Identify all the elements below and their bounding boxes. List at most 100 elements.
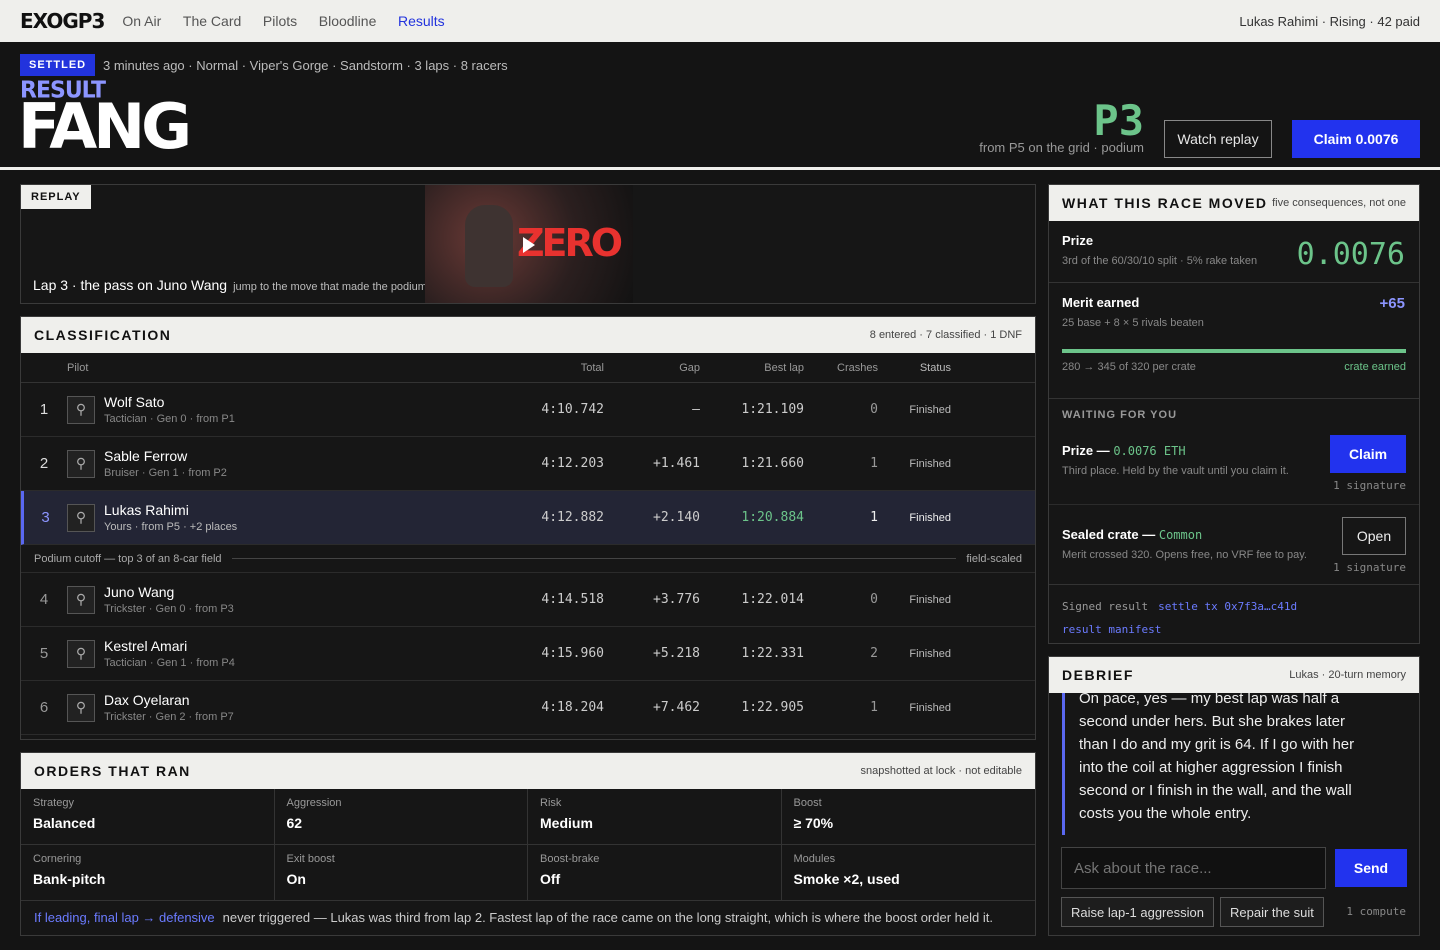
order-value: Bank-pitch: [33, 871, 106, 887]
robot-figure-image: [465, 205, 513, 287]
merit-label: Merit earned: [1062, 295, 1140, 310]
debrief-input[interactable]: [1061, 847, 1326, 889]
order-value: 62: [286, 815, 303, 831]
order-value: ≥ 70%: [793, 815, 834, 831]
merit-value: +65: [1379, 295, 1405, 312]
debrief-message-text: On pace, yes — my best lap was half a se…: [1079, 693, 1355, 822]
order-value: On: [286, 871, 306, 887]
suggestion-raise-aggression[interactable]: Raise lap-1 aggression: [1061, 897, 1214, 927]
debrief-panel: DEBRIEF Lukas · 20-turn memory On pace, …: [1048, 656, 1420, 936]
table-row[interactable]: 2 ⚲ Sable Ferrow Bruiser · Gen 1 · from P…: [21, 437, 1035, 491]
nav-the-card[interactable]: The Card: [183, 13, 241, 29]
pilot-avatar-icon: ⚲: [67, 449, 95, 478]
row-total: 4:12.203: [541, 456, 604, 471]
row-gap: +5.218: [653, 646, 700, 661]
classification-summary: 8 entered · 7 classified · 1 DNF: [869, 329, 1022, 341]
row-best-lap: 1:22.905: [741, 700, 804, 715]
row-status: Finished: [909, 593, 951, 606]
conditional-rule[interactable]: If leading, final lap → defensive: [34, 910, 215, 925]
row-status: Finished: [909, 647, 951, 660]
order-value: Medium: [540, 815, 593, 831]
finish-position-sub: from P5 on the grid · podium: [979, 140, 1144, 155]
pilot-avatar-icon: ⚲: [67, 585, 95, 614]
top-nav: EXOGP3 On Air The Card Pilots Bloodline …: [0, 0, 1440, 42]
claim-amount: 0.0076 ETH: [1113, 444, 1186, 458]
row-best-lap: 1:20.884: [741, 510, 804, 525]
order-value: Smoke ×2, used: [793, 871, 900, 887]
order-modules: Modules Smoke ×2, used: [781, 845, 1035, 901]
debrief-header: DEBRIEF Lukas · 20-turn memory: [1049, 657, 1419, 693]
pilot-avatar-icon: ⚲: [67, 639, 95, 668]
row-best-lap: 1:21.660: [741, 456, 804, 471]
prize-value: 0.0076: [1296, 237, 1405, 272]
row-pilot: Lukas Rahimi Yours · from P5 · +2 places: [104, 502, 484, 533]
pilot-avatar-icon: ⚲: [67, 503, 95, 532]
order-label: Exit boost: [286, 853, 335, 865]
user-status[interactable]: Lukas Rahimi · Rising · 42 paid: [1239, 14, 1420, 29]
debrief-title: DEBRIEF: [1062, 667, 1134, 683]
nav-bloodline[interactable]: Bloodline: [319, 13, 377, 29]
replay-tag: REPLAY: [21, 185, 91, 209]
pilot-name: Lukas Rahimi: [104, 502, 189, 518]
replay-caption[interactable]: Lap 3 · the pass on Juno Wang jump to the…: [33, 277, 427, 293]
settle-tx-link[interactable]: settle tx 0x7f3a…c41d: [1158, 600, 1297, 613]
order-boost: Boost ≥ 70%: [781, 789, 1035, 845]
nav-pilots[interactable]: Pilots: [263, 13, 297, 29]
row-position: 5: [39, 645, 49, 662]
row-crashes: 0: [870, 592, 878, 607]
row-status: Finished: [909, 511, 951, 524]
open-crate-button[interactable]: Open: [1342, 517, 1406, 555]
order-cornering: Cornering Bank-pitch: [21, 845, 275, 901]
signed-label: Signed result: [1062, 600, 1149, 613]
table-row[interactable]: 1 ⚲ Wolf Sato Tactician · Gen 0 · from P1…: [21, 383, 1035, 437]
order-label: Cornering: [33, 853, 82, 865]
app-logo[interactable]: EXOGP3: [20, 9, 105, 33]
order-label: Risk: [540, 797, 562, 809]
signed-result: Signed result settle tx 0x7f3a…c41d resul…: [1049, 585, 1419, 651]
col-status: Status: [919, 361, 951, 374]
table-row[interactable]: 4 ⚲ Juno Wang Trickster · Gen 0 · from P3…: [21, 573, 1035, 627]
play-icon[interactable]: [523, 237, 535, 253]
table-row[interactable]: 5 ⚲ Kestrel Amari Tactician · Gen 1 · fro…: [21, 627, 1035, 681]
row-crashes: 2: [870, 646, 878, 661]
claim-button[interactable]: Claim: [1330, 435, 1406, 473]
merit-summary: Merit earned 25 base + 8 × 5 rivals beat…: [1049, 283, 1419, 399]
col-gap: Gap: [679, 361, 700, 374]
conditional-order: If leading, final lap → defensive never t…: [21, 901, 1035, 934]
row-gap: —: [692, 402, 700, 417]
consequences-subtitle: five consequences, not one: [1272, 197, 1406, 209]
crate-type: Common: [1158, 528, 1203, 542]
debrief-message: On pace, yes — my best lap was half a se…: [1062, 693, 1406, 835]
replay-thumbnail[interactable]: ZERO: [425, 185, 633, 303]
merit-progress-labels: 280 → 345 of 320 per crate crate earned: [1062, 361, 1406, 373]
merit-progress-bar: [1062, 349, 1406, 353]
cutoff-divider: [231, 558, 957, 559]
replay-caption-title: Lap 3 · the pass on Juno Wang: [33, 277, 228, 293]
table-row[interactable]: 6 ⚲ Dax Oyelaran Trickster · Gen 2 · from…: [21, 681, 1035, 735]
pilot-desc: Trickster · Gen 0 · from P3: [104, 603, 234, 615]
suggestion-repair-suit[interactable]: Repair the suit: [1220, 897, 1324, 927]
row-gap: +1.461: [653, 456, 700, 471]
consequences-header: WHAT THIS RACE MOVED five consequences, …: [1049, 185, 1419, 221]
pilot-name: Wolf Sato: [104, 394, 165, 410]
row-pilot: Dax Oyelaran Trickster · Gen 2 · from P7: [104, 692, 484, 723]
table-row-own[interactable]: 3 ⚲ Lukas Rahimi Yours · from P5 · +2 pla…: [21, 491, 1035, 545]
row-position: 6: [39, 699, 49, 716]
result-manifest-link[interactable]: result manifest: [1062, 623, 1161, 636]
claim-prize-title: Prize —: [1062, 443, 1110, 458]
order-aggression: Aggression 62: [274, 789, 528, 845]
watch-replay-button[interactable]: Watch replay: [1164, 120, 1272, 158]
row-gap: +2.140: [653, 510, 700, 525]
row-position: 4: [39, 591, 49, 608]
row-position: 3: [41, 509, 50, 526]
orders-note: snapshotted at lock · not editable: [860, 765, 1022, 777]
debrief-memory: Lukas · 20-turn memory: [1289, 669, 1406, 681]
row-total: 4:12.882: [541, 510, 604, 525]
nav-results[interactable]: Results: [398, 13, 445, 29]
cutoff-tag: field-scaled: [966, 552, 1022, 565]
row-total: 4:10.742: [541, 402, 604, 417]
send-button[interactable]: Send: [1335, 849, 1407, 887]
order-value: Balanced: [33, 815, 96, 831]
claim-prize-button[interactable]: Claim 0.0076: [1292, 120, 1420, 158]
nav-on-air[interactable]: On Air: [122, 13, 161, 29]
